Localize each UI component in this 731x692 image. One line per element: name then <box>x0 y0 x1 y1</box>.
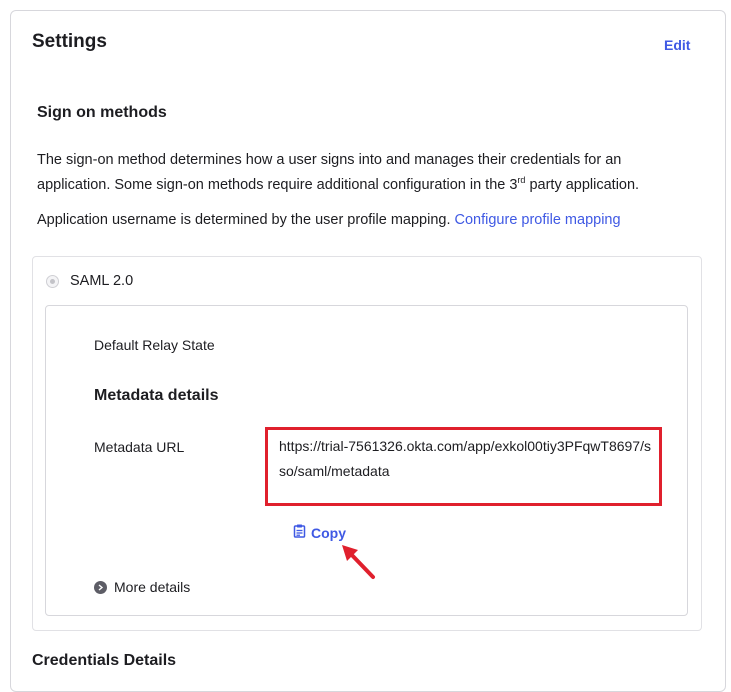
more-details-toggle[interactable]: More details <box>94 579 190 595</box>
copy-button[interactable]: Copy <box>293 524 346 541</box>
copy-label: Copy <box>311 524 346 541</box>
credentials-details-heading: Credentials Details <box>32 652 177 669</box>
saml-option-box: SAML 2.0 Default Relay State Metadata de… <box>32 256 702 631</box>
settings-card: Settings Edit Sign on methods The sign-o… <box>10 10 726 692</box>
page-title: Settings <box>32 31 107 52</box>
saml-label: SAML 2.0 <box>70 273 134 289</box>
clipboard-icon <box>293 524 306 541</box>
default-relay-state-label: Default Relay State <box>94 337 215 353</box>
sign-on-description: The sign-on method determines how a user… <box>37 152 640 193</box>
configure-profile-mapping-link[interactable]: Configure profile mapping <box>455 212 621 228</box>
more-details-label: More details <box>114 579 191 595</box>
saml-details-panel: Default Relay State Metadata details Met… <box>45 305 688 616</box>
saml-radio[interactable] <box>46 275 59 288</box>
edit-button[interactable]: Edit <box>664 37 690 53</box>
sign-on-methods-heading: Sign on methods <box>37 104 167 121</box>
highlight-box-annotation <box>265 427 662 506</box>
chevron-right-circle-icon <box>94 580 107 594</box>
metadata-url-label: Metadata URL <box>94 439 185 455</box>
metadata-details-heading: Metadata details <box>94 387 219 404</box>
username-description: Application username is determined by th… <box>37 212 621 228</box>
annotation-arrow-icon <box>342 545 375 579</box>
